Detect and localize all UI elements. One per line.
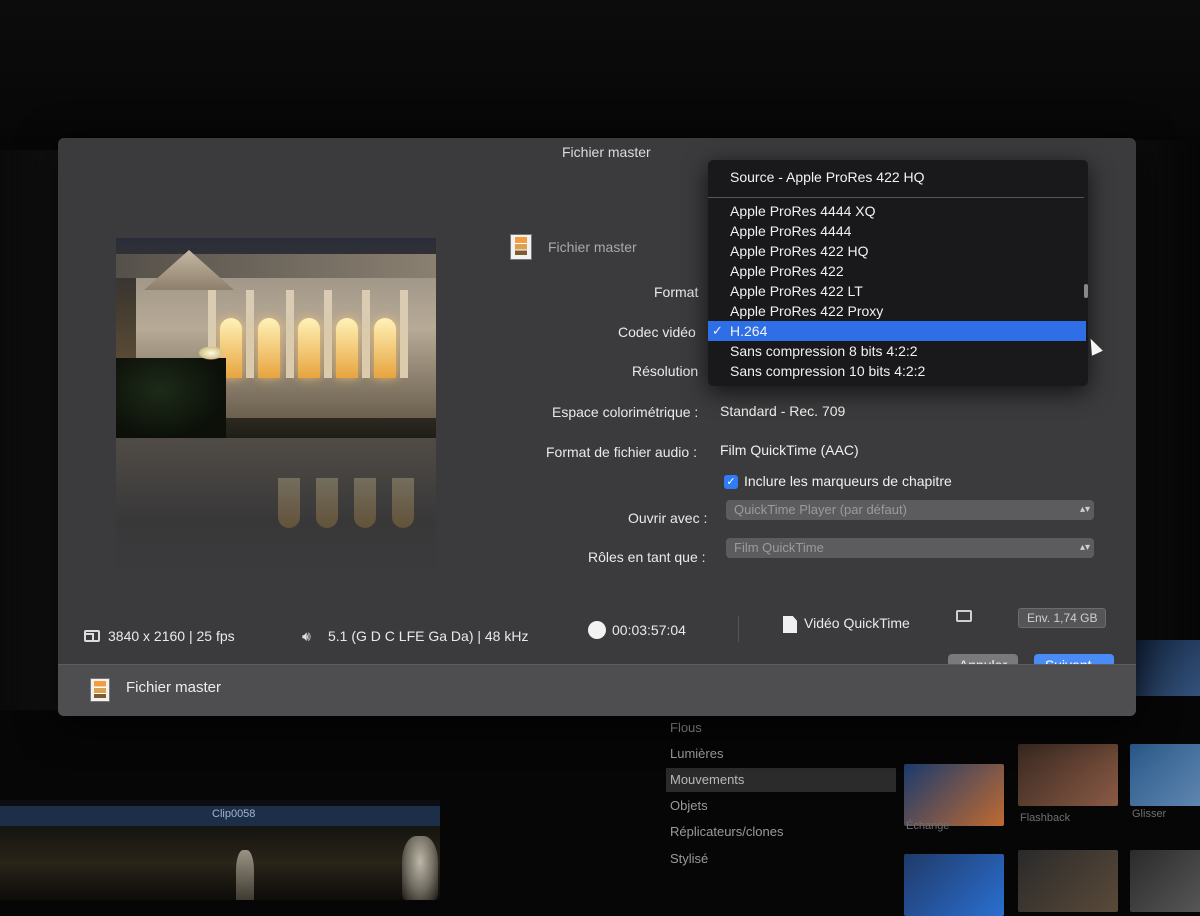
audio-format-label: Format de fichier audio : bbox=[546, 444, 697, 460]
chapter-markers-label[interactable]: Inclure les marqueurs de chapitre bbox=[744, 473, 952, 489]
desktop-background bbox=[0, 0, 1200, 135]
destination-bar-label: Fichier master bbox=[126, 679, 222, 696]
reflection-window bbox=[316, 478, 338, 528]
thumbnail-label: Échange bbox=[906, 820, 950, 832]
clip-name: Clip0058 bbox=[212, 808, 256, 820]
background-panel bbox=[1136, 140, 1200, 660]
video-preview bbox=[116, 238, 436, 438]
menu-item-label: Apple ProRes 422 LT bbox=[730, 283, 863, 299]
preview-window bbox=[336, 318, 358, 378]
reflection-window bbox=[354, 478, 376, 528]
colorspace-label: Espace colorimétrique : bbox=[552, 404, 699, 420]
reflection-window bbox=[392, 478, 414, 528]
file-size-badge: Env. 1,74 GB bbox=[1018, 608, 1107, 628]
preview-column bbox=[324, 290, 332, 378]
effect-thumbnail[interactable] bbox=[1018, 850, 1118, 912]
menu-item-label: Apple ProRes 422 Proxy bbox=[730, 303, 884, 319]
audio-info: 5.1 (G D C LFE Ga Da) | 48 kHz bbox=[328, 628, 529, 644]
menu-item[interactable]: Apple ProRes 4444 bbox=[708, 221, 1086, 241]
effect-thumbnail[interactable] bbox=[904, 764, 1004, 826]
master-file-icon bbox=[90, 678, 110, 702]
reflection-window bbox=[278, 478, 300, 528]
filmstrip-figure bbox=[236, 850, 254, 900]
document-icon bbox=[783, 616, 797, 633]
menu-item-label: Sans compression 8 bits 4:2:2 bbox=[730, 343, 918, 359]
menu-item-label: H.264 bbox=[730, 323, 768, 339]
open-with-label: Ouvrir avec : bbox=[628, 510, 708, 526]
menu-source-item[interactable]: Source - Apple ProRes 422 HQ bbox=[730, 169, 925, 185]
resolution-info: 3840 x 2160 | 25 fps bbox=[108, 628, 235, 644]
footer-separator bbox=[738, 616, 739, 642]
codec-dropdown-menu[interactable]: Source - Apple ProRes 422 HQ Apple ProRe… bbox=[708, 160, 1088, 386]
menu-item-label: Apple ProRes 422 HQ bbox=[730, 243, 869, 259]
background-panel bbox=[0, 150, 60, 710]
clip-filmstrip[interactable] bbox=[0, 826, 440, 900]
preview-lamp bbox=[198, 346, 224, 360]
roles-label: Rôles en tant que : bbox=[588, 549, 706, 565]
dialog-title: Fichier master bbox=[562, 144, 651, 160]
effects-category[interactable]: Objets bbox=[666, 794, 896, 818]
resolution-label: Résolution bbox=[632, 363, 699, 379]
monitor-icon[interactable] bbox=[956, 610, 972, 622]
effect-thumbnail[interactable] bbox=[1130, 640, 1200, 696]
menu-item[interactable]: Sans compression 8 bits 4:2:2 bbox=[708, 341, 1086, 361]
menu-item[interactable]: Apple ProRes 422 Proxy bbox=[708, 301, 1086, 321]
file-type-info: Vidéo QuickTime bbox=[804, 615, 910, 631]
menu-divider bbox=[708, 197, 1084, 198]
roles-value: Film QuickTime bbox=[734, 540, 824, 555]
effect-thumbnail[interactable] bbox=[1018, 744, 1118, 806]
menu-item[interactable]: Apple ProRes 4444 XQ bbox=[708, 201, 1086, 221]
filmstrip-statue bbox=[402, 836, 438, 900]
open-with-select[interactable]: QuickTime Player (par défaut) ▴▾ bbox=[726, 500, 1094, 520]
speaker-icon: 🔊︎ bbox=[302, 628, 311, 644]
master-file-icon bbox=[510, 234, 532, 260]
resolution-icon bbox=[84, 630, 100, 642]
preview-column bbox=[246, 290, 254, 378]
duration-info: 00:03:57:04 bbox=[612, 622, 686, 638]
effects-category[interactable]: Lumières bbox=[666, 742, 896, 766]
effect-thumbnail[interactable] bbox=[1130, 744, 1200, 806]
menu-item[interactable]: Sans compression 10 bits 4:2:2 bbox=[708, 361, 1086, 381]
preview-window bbox=[258, 318, 280, 378]
colorspace-value: Standard - Rec. 709 bbox=[720, 403, 846, 419]
chevron-updown-icon: ▴▾ bbox=[1079, 504, 1090, 515]
menu-item-label: Apple ProRes 4444 bbox=[730, 223, 852, 239]
codec-label: Codec vidéo bbox=[618, 324, 696, 340]
menu-scroll-indicator[interactable] bbox=[1084, 284, 1088, 298]
open-with-value: QuickTime Player (par défaut) bbox=[734, 502, 907, 517]
preview-reflection bbox=[116, 438, 436, 578]
effects-category[interactable]: Flous bbox=[666, 716, 896, 740]
preview-column bbox=[362, 290, 370, 378]
roles-select[interactable]: Film QuickTime ▴▾ bbox=[726, 538, 1094, 558]
preview-trees bbox=[116, 358, 226, 438]
menu-item[interactable]: Apple ProRes 422 LT bbox=[708, 281, 1086, 301]
effects-category[interactable]: Stylisé bbox=[666, 847, 896, 871]
destination-name: Fichier master bbox=[548, 239, 637, 255]
menu-item-label: Apple ProRes 422 bbox=[730, 263, 844, 279]
chevron-updown-icon: ▴▾ bbox=[1079, 542, 1090, 553]
menu-item[interactable]: Apple ProRes 422 HQ bbox=[708, 241, 1086, 261]
thumbnail-label: Flashback bbox=[1020, 812, 1071, 824]
menu-item[interactable]: Apple ProRes 422 bbox=[708, 261, 1086, 281]
effects-category[interactable]: Mouvements bbox=[666, 768, 896, 792]
preview-window bbox=[374, 318, 396, 378]
audio-format-value: Film QuickTime (AAC) bbox=[720, 442, 859, 458]
preview-column bbox=[400, 290, 408, 378]
checkmark-icon: ✓ bbox=[712, 323, 723, 338]
effect-thumbnail[interactable] bbox=[1130, 850, 1200, 912]
preview-column bbox=[286, 290, 294, 378]
clock-icon bbox=[588, 621, 606, 639]
effects-category[interactable]: Réplicateurs/clones bbox=[666, 820, 896, 844]
format-label: Format bbox=[654, 284, 699, 300]
effect-thumbnail[interactable] bbox=[904, 854, 1004, 916]
menu-item-label: Sans compression 10 bits 4:2:2 bbox=[730, 363, 926, 379]
chapter-markers-checkbox[interactable]: ✓ bbox=[724, 475, 738, 489]
menu-item-selected[interactable]: ✓ H.264 bbox=[708, 321, 1086, 341]
preview-window bbox=[298, 318, 320, 378]
menu-item-label: Apple ProRes 4444 XQ bbox=[730, 203, 876, 219]
thumbnail-label: Glisser bbox=[1132, 808, 1167, 820]
effects-browser-list: Flous Lumières Mouvements Objets Réplica… bbox=[666, 700, 896, 900]
